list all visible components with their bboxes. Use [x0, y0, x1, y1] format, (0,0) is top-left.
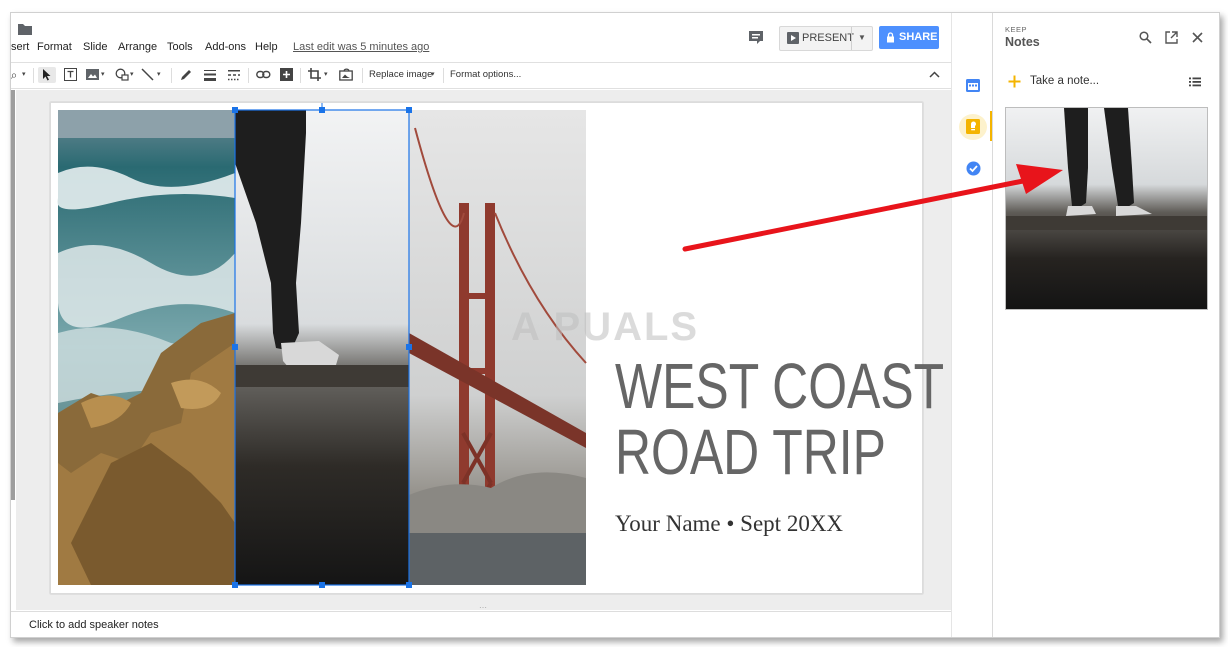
annotation-arrow — [682, 164, 1063, 252]
